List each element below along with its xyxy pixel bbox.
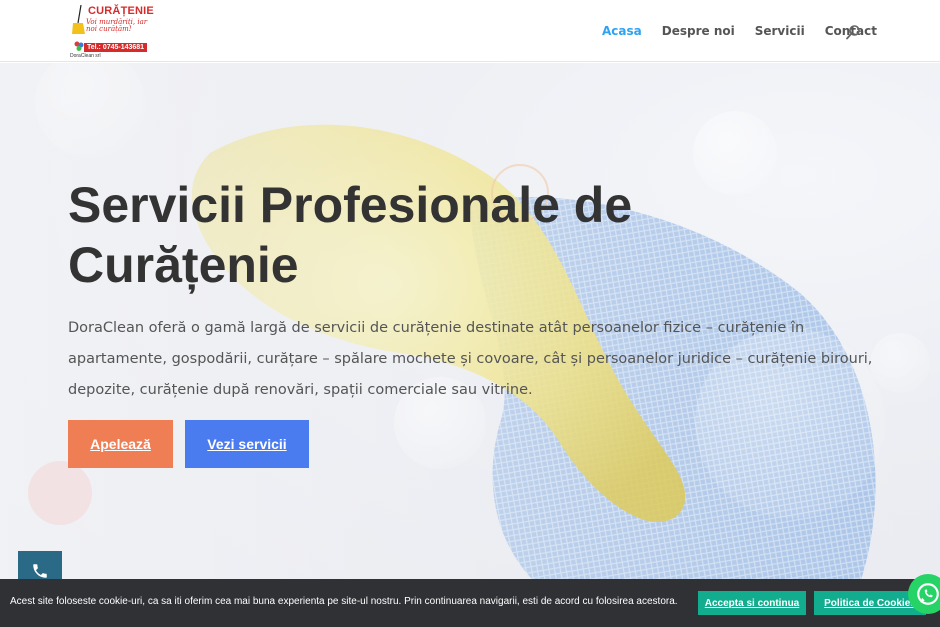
hero-section: Servicii Profesionale de Curățenie DoraC… <box>0 63 940 627</box>
cookie-message: Acest site foloseste cookie-uri, ca sa i… <box>10 596 678 607</box>
site-logo[interactable]: CURĂȚENIE Voi murdăriți, iar noi curățăm… <box>70 3 156 59</box>
nav-item-servicii[interactable]: Servicii <box>755 24 805 38</box>
whatsapp-button[interactable] <box>908 574 940 614</box>
site-header: CURĂȚENIE Voi murdăriți, iar noi curățăm… <box>0 0 940 62</box>
hero-title: Servicii Profesionale de Curățenie <box>68 177 633 293</box>
phone-icon <box>33 564 47 578</box>
bubbles-icon <box>74 41 84 51</box>
whatsapp-icon <box>917 583 939 605</box>
logo-tagline: Voi murdăriți, iar noi curățăm! <box>86 18 148 33</box>
nav-item-acasa[interactable]: Acasa <box>602 24 642 38</box>
view-services-button[interactable]: Vezi servicii <box>185 420 309 468</box>
cookie-consent-bar: Acest site foloseste cookie-uri, ca sa i… <box>0 579 940 627</box>
nav-item-despre-noi[interactable]: Despre noi <box>662 24 735 38</box>
search-icon[interactable] <box>845 24 861 40</box>
logo-subtitle: DoraClean srl <box>70 53 101 59</box>
hero-description: DoraClean oferă o gamă largă de servicii… <box>68 320 873 398</box>
logo-brand: CURĂȚENIE <box>88 5 154 17</box>
cookie-accept-button[interactable]: Accepta si continua <box>698 591 806 615</box>
logo-phone: Tel.: 0745-143681 <box>84 43 148 52</box>
broom-icon <box>72 5 85 34</box>
call-button[interactable]: Apelează <box>68 420 173 468</box>
